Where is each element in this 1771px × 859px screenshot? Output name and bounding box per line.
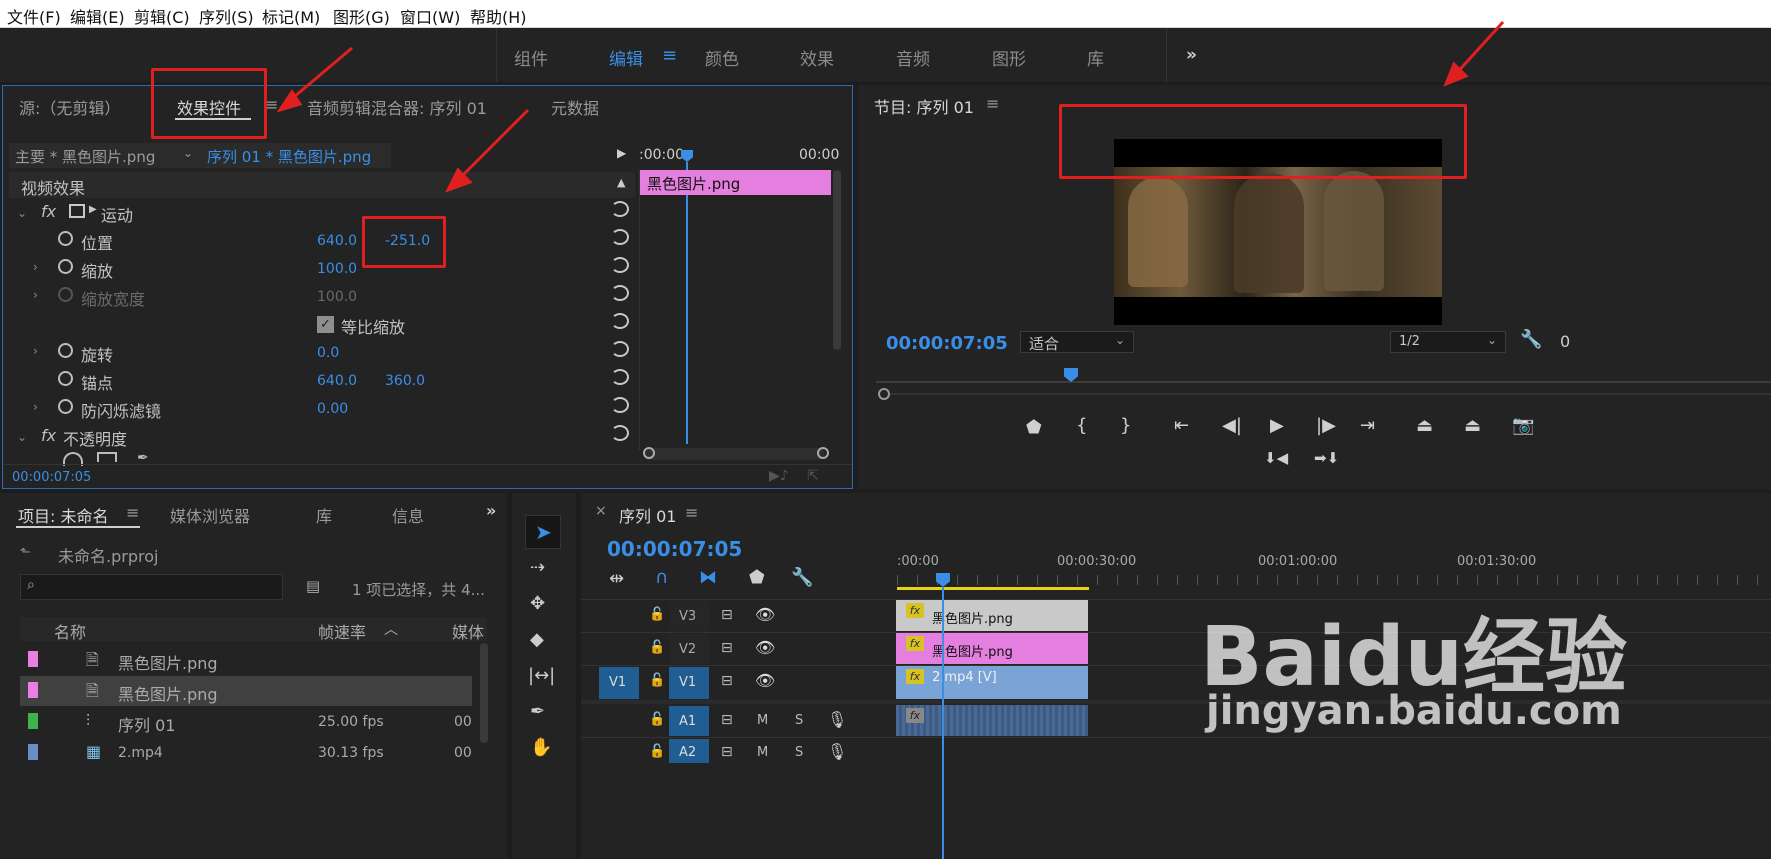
annotation-arrows (276, 20, 1505, 193)
arrow-line (1452, 20, 1505, 78)
arrow-line (454, 108, 530, 184)
timeline-playhead-line (942, 587, 944, 859)
arrow-line (287, 46, 353, 104)
